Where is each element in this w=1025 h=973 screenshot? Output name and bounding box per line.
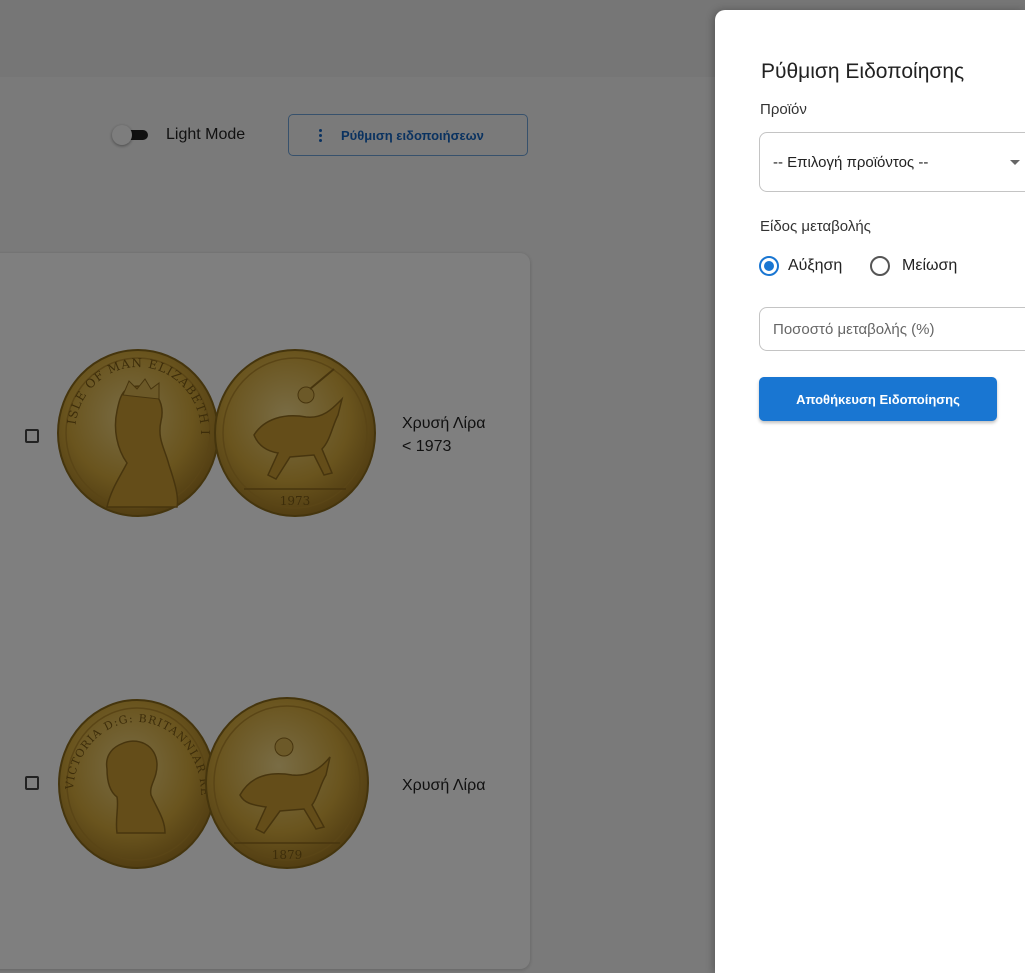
product-field-label: Προϊόν	[760, 101, 807, 118]
radio-increase[interactable]	[759, 256, 779, 276]
dropdown-arrow-icon	[1010, 160, 1020, 165]
radio-decrease[interactable]	[870, 256, 890, 276]
save-notification-button[interactable]: Αποθήκευση Ειδοποίησης	[759, 377, 997, 421]
radio-increase-label: Αύξηση	[788, 257, 843, 274]
drawer-title: Ρύθμιση Ειδοποίησης	[761, 60, 965, 83]
change-type-label: Είδος μεταβολής	[760, 218, 871, 235]
product-select-value: -- Επιλογή προϊόντος --	[773, 154, 929, 171]
percent-input[interactable]	[773, 316, 1013, 342]
radio-decrease-label: Μείωση	[902, 257, 958, 274]
